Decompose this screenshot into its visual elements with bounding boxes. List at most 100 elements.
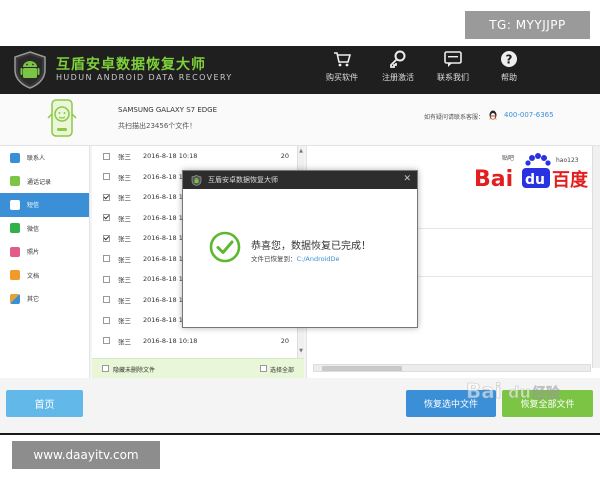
apps-grid-icon: [10, 293, 20, 304]
row-checkbox[interactable]: [103, 255, 110, 263]
chat-icon: [444, 51, 462, 67]
row-size: 20: [280, 336, 289, 345]
row-name: 张三: [118, 255, 131, 264]
baidu-text-bai: Bai: [474, 167, 513, 192]
baidu-hao-text: hao123: [556, 157, 579, 164]
sidebar-item-documents[interactable]: 文档: [0, 264, 89, 288]
dialog-title: 互盾安卓数据恢复大师: [208, 176, 278, 184]
toolbar-label: 联系我们: [437, 73, 469, 82]
help-icon: ?: [501, 51, 517, 67]
watermark-du: du: [508, 383, 531, 402]
row-checkbox[interactable]: [103, 316, 110, 324]
svg-text:?: ?: [506, 53, 513, 67]
sidebar-item-label: 照片: [27, 249, 40, 257]
app-logo-icon: [191, 174, 202, 186]
row-checkbox[interactable]: [103, 234, 110, 242]
list-footer: 隐藏未删除文件 选择全部: [92, 358, 304, 378]
sidebar-item-others[interactable]: 其它: [0, 287, 89, 311]
tg-watermark: TG: MYYJJPP: [465, 11, 590, 39]
contact-us-button[interactable]: 联系我们: [431, 50, 475, 90]
row-name: 张三: [118, 194, 131, 203]
row-name: 张三: [118, 173, 131, 182]
recovery-path-link[interactable]: C:/AndroidDe: [297, 255, 340, 263]
row-name: 张三: [118, 153, 131, 162]
sidebar-item-sms[interactable]: 短信: [0, 193, 89, 217]
dialog-message: 恭喜您，数据恢复已完成！: [251, 241, 371, 252]
path-label: 文件已恢复到：: [251, 255, 297, 263]
row-name: 张三: [118, 235, 131, 244]
message-icon: [10, 199, 20, 210]
help-button[interactable]: ? 帮助: [487, 50, 531, 90]
app-subtitle: HUDUN ANDROID DATA RECOVERY: [56, 73, 233, 82]
row-name: 张三: [118, 276, 131, 285]
home-button[interactable]: 首页: [6, 390, 83, 417]
key-icon: [390, 50, 406, 68]
row-name: 张三: [118, 296, 131, 305]
android-shield-logo-icon: [14, 51, 46, 89]
hide-undeleted-checkbox[interactable]: [102, 365, 109, 372]
wechat-icon: [10, 223, 20, 234]
row-name: 张三: [118, 317, 131, 326]
row-checkbox[interactable]: [103, 275, 110, 283]
baidu-small-text: 贴吧: [502, 154, 514, 162]
row-checkbox[interactable]: [103, 337, 110, 345]
sidebar-item-label: 短信: [27, 202, 40, 210]
sidebar-item-wechat[interactable]: 微信: [0, 217, 89, 241]
contact-label: 如有疑问请联系客服：: [424, 114, 485, 121]
close-icon[interactable]: ✕: [403, 174, 411, 184]
photo-icon: [10, 246, 20, 257]
sidebar-item-label: 通话记录: [27, 178, 52, 186]
success-check-icon: [209, 231, 241, 263]
baidu-watermark: Bai du 经验: [466, 379, 562, 404]
baidu-text-du: du: [525, 172, 545, 188]
register-button[interactable]: 注册激活: [376, 50, 420, 90]
toolbar-label: 注册激活: [382, 73, 414, 82]
buy-software-button[interactable]: 购买软件: [320, 50, 364, 90]
select-all-label: 选择全部: [270, 367, 295, 374]
row-checkbox[interactable]: [103, 296, 110, 304]
scan-count: 共扫描出23456个文件！: [118, 122, 197, 130]
dialog-path: 文件已恢复到：C:/AndroidDe: [251, 253, 340, 263]
scroll-up-arrow-icon[interactable]: ▲: [298, 148, 304, 156]
list-item[interactable]: 张三 2016-8-18 10:18 20: [92, 146, 297, 167]
qq-penguin-icon[interactable]: [488, 110, 498, 120]
toolbar-label: 帮助: [501, 73, 517, 82]
category-sidebar: 联系人 通话记录 短信 微信 照片 文档 其它: [0, 146, 90, 378]
screenshot-frame: TG: MYYJJPP 互盾安卓数据恢复大师 HUDUN ANDROID DAT…: [0, 0, 600, 480]
contacts-icon: [10, 152, 20, 163]
completion-dialog: 互盾安卓数据恢复大师 ✕ 恭喜您，数据恢复已完成！ 文件已恢复到：C:/Andr…: [182, 170, 418, 328]
sidebar-item-label: 联系人: [27, 155, 46, 163]
row-date: 2016-8-18 10:18: [143, 336, 198, 345]
row-name: 张三: [118, 337, 131, 346]
service-phone[interactable]: 400-007-6365: [504, 111, 554, 119]
row-checkbox[interactable]: [103, 193, 110, 201]
sidebar-item-contacts[interactable]: 联系人: [0, 146, 89, 170]
list-item[interactable]: 张三 2016-8-18 10:18 20: [92, 331, 297, 352]
row-checkbox[interactable]: [103, 152, 110, 160]
baidu-text-cn: 百度: [552, 169, 589, 191]
sidebar-item-call-log[interactable]: 通话记录: [0, 170, 89, 194]
sidebar-item-label: 其它: [27, 296, 40, 304]
phone-illustration-icon: [47, 99, 77, 137]
device-info-bar: SAMSUNG GALAXY S7 EDGE 共扫描出23456个文件！ 如有疑…: [0, 94, 600, 146]
scroll-down-arrow-icon[interactable]: ▼: [298, 348, 304, 356]
watermark-jingyan: 经验: [532, 385, 561, 402]
sidebar-item-label: 文档: [27, 272, 40, 280]
row-checkbox[interactable]: [103, 173, 110, 181]
phone-icon: [10, 176, 20, 187]
device-name: SAMSUNG GALAXY S7 EDGE: [118, 106, 217, 114]
sidebar-item-label: 微信: [27, 225, 40, 233]
scroll-thumb[interactable]: [322, 366, 402, 371]
site-watermark: www.daayitv.com: [12, 441, 160, 469]
sidebar-item-photos[interactable]: 照片: [0, 240, 89, 264]
row-date: 2016-8-18 10:18: [143, 152, 198, 161]
row-name: 张三: [118, 214, 131, 223]
hide-undeleted-label: 隐藏未删除文件: [113, 367, 156, 374]
app-title: 互盾安卓数据恢复大师: [56, 57, 206, 73]
baidu-logo: Bai du 百度 贴吧 hao123: [474, 153, 589, 192]
select-all-checkbox[interactable]: [260, 365, 267, 372]
title-bar: 互盾安卓数据恢复大师 HUDUN ANDROID DATA RECOVERY 购…: [0, 46, 600, 94]
row-checkbox[interactable]: [103, 214, 110, 222]
dialog-title-bar: 互盾安卓数据恢复大师 ✕: [183, 171, 417, 189]
document-icon: [10, 270, 20, 281]
